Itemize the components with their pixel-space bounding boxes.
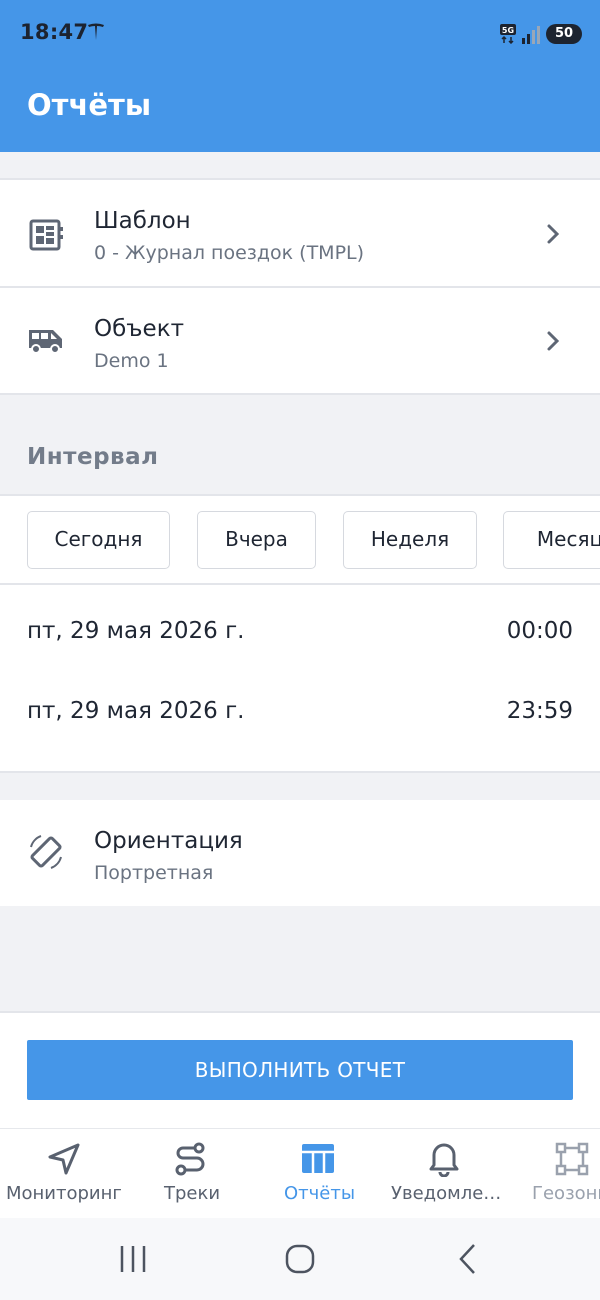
interval-chips-bar: Сегодня Вчера Неделя Месяц — [0, 496, 600, 584]
table-icon — [302, 1144, 334, 1173]
nav-reports[interactable]: Отчёты — [268, 1129, 368, 1218]
chip-week[interactable]: Неделя — [343, 511, 477, 569]
nav-geofences-label: Геозоны — [532, 1183, 600, 1204]
chip-month[interactable]: Месяц — [503, 511, 600, 569]
nav-monitoring[interactable]: Мониторинг — [0, 1129, 128, 1218]
from-time[interactable]: 00:00 — [507, 618, 573, 644]
geofence-icon — [555, 1142, 589, 1176]
navigation-arrow-icon — [48, 1143, 80, 1175]
nav-notifications-label: Уведомле… — [391, 1183, 502, 1204]
app-bar: 18:47 5G 50 Отчёты — [0, 0, 600, 152]
object-value: Demo 1 — [94, 350, 169, 372]
status-time: 18:47 — [20, 20, 89, 44]
to-date[interactable]: пт, 29 мая 2026 г. — [27, 698, 244, 724]
chevron-right-icon — [547, 331, 560, 351]
interval-dates: пт, 29 мая 2026 г. 00:00 пт, 29 мая 2026… — [0, 585, 600, 771]
orientation-row[interactable]: Ориентация Портретная — [0, 800, 600, 906]
divider — [0, 393, 600, 395]
chip-today[interactable]: Сегодня — [27, 511, 170, 569]
tesla-icon — [88, 23, 104, 40]
template-icon — [29, 219, 63, 251]
system-navigation-bar — [0, 1218, 600, 1300]
svg-text:5G: 5G — [502, 26, 514, 35]
nav-geofences[interactable]: Геозоны — [520, 1129, 600, 1218]
interval-section-label: Интервал — [27, 444, 159, 470]
page-title: Отчёты — [27, 88, 152, 122]
bell-icon — [429, 1143, 459, 1177]
nav-tracks[interactable]: Треки — [140, 1129, 240, 1218]
network-signal-icon: 5G — [500, 24, 540, 44]
nav-monitoring-label: Мониторинг — [6, 1183, 122, 1204]
home-icon[interactable] — [283, 1242, 317, 1276]
chip-yesterday[interactable]: Вчера — [197, 511, 316, 569]
chevron-right-icon — [547, 224, 560, 244]
template-row[interactable]: Шаблон 0 - Журнал поездок (TMPL) — [0, 180, 600, 286]
orientation-title: Ориентация — [94, 828, 243, 854]
recent-apps-icon[interactable] — [116, 1242, 150, 1276]
nav-tracks-label: Треки — [164, 1183, 221, 1204]
screen-rotation-icon — [30, 835, 62, 869]
battery-indicator: 50 — [546, 24, 582, 44]
template-title: Шаблон — [94, 208, 191, 234]
from-date[interactable]: пт, 29 мая 2026 г. — [27, 618, 244, 644]
run-report-button[interactable]: ВЫПОЛНИТЬ ОТЧЕТ — [27, 1040, 573, 1100]
back-icon[interactable] — [452, 1242, 486, 1276]
orientation-value: Портретная — [94, 862, 214, 884]
nav-reports-label: Отчёты — [284, 1183, 356, 1204]
to-time[interactable]: 23:59 — [507, 698, 573, 724]
status-bar: 18:47 5G 50 — [0, 0, 600, 66]
divider — [0, 771, 600, 773]
object-row[interactable]: Объект Demo 1 — [0, 288, 600, 394]
van-icon — [29, 330, 62, 354]
nav-notifications[interactable]: Уведомле… — [388, 1129, 508, 1218]
route-icon — [175, 1142, 205, 1176]
object-title: Объект — [94, 316, 184, 342]
template-value: 0 - Журнал поездок (TMPL) — [94, 242, 365, 264]
bottom-navigation: Мониторинг Треки Отчёты Уведомле… Геозон — [0, 1128, 600, 1218]
